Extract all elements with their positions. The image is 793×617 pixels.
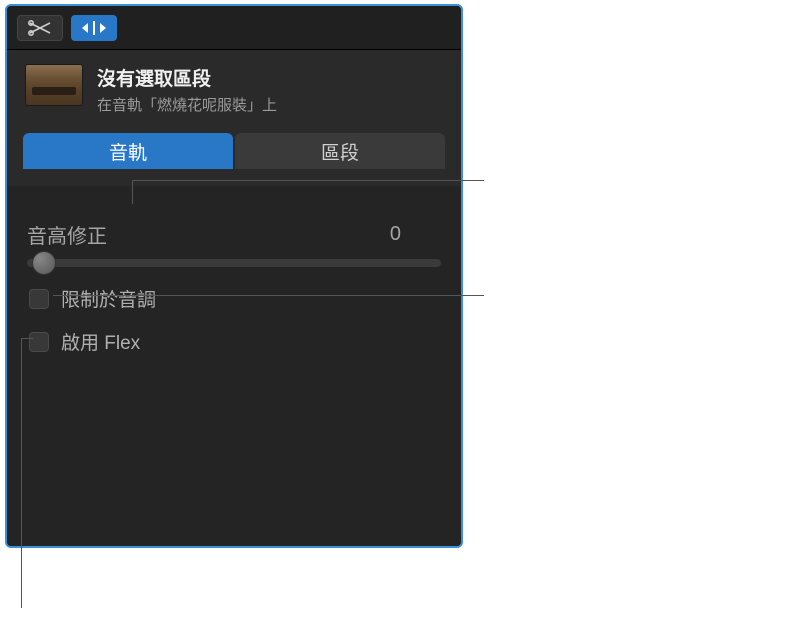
slider-thumb[interactable] — [32, 251, 56, 275]
limit-to-key-label: 限制於音調 — [61, 285, 156, 312]
header-subtitle: 在音軌「燃燒花呢服裝」上 — [97, 94, 443, 115]
pitch-correction-value: 0 — [390, 223, 401, 246]
callout-line — [21, 338, 33, 339]
track-thumbnail — [25, 64, 83, 106]
callout-line — [21, 338, 22, 608]
enable-flex-label: 啟用 Flex — [61, 328, 140, 355]
limit-to-key-row: 限制於音調 — [27, 285, 441, 312]
callout-line — [132, 180, 484, 181]
content-area: 音高修正 0 限制於音調 啟用 Flex — [7, 186, 461, 546]
tab-label: 區段 — [321, 138, 359, 165]
limit-to-key-checkbox[interactable] — [29, 289, 49, 309]
callout-line — [132, 180, 133, 204]
scissors-button[interactable] — [17, 15, 63, 41]
toolbar — [7, 6, 461, 50]
pitch-correction-slider[interactable] — [27, 259, 441, 267]
tab-region[interactable]: 區段 — [235, 133, 445, 169]
header-title: 沒有選取區段 — [97, 64, 443, 91]
pitch-correction-row: 音高修正 0 — [27, 220, 441, 267]
editor-panel: 沒有選取區段 在音軌「燃燒花呢服裝」上 音軌 區段 音高修正 0 限制於音調 — [5, 4, 463, 548]
tab-bar: 音軌 區段 — [23, 133, 445, 169]
split-button[interactable] — [71, 15, 117, 41]
header-section: 沒有選取區段 在音軌「燃燒花呢服裝」上 — [7, 50, 461, 127]
enable-flex-checkbox[interactable] — [29, 332, 49, 352]
pitch-correction-label: 音高修正 — [27, 220, 107, 249]
callout-line — [53, 295, 484, 296]
tab-label: 音軌 — [109, 138, 147, 165]
enable-flex-row: 啟用 Flex — [27, 328, 441, 355]
tab-track[interactable]: 音軌 — [23, 133, 233, 169]
